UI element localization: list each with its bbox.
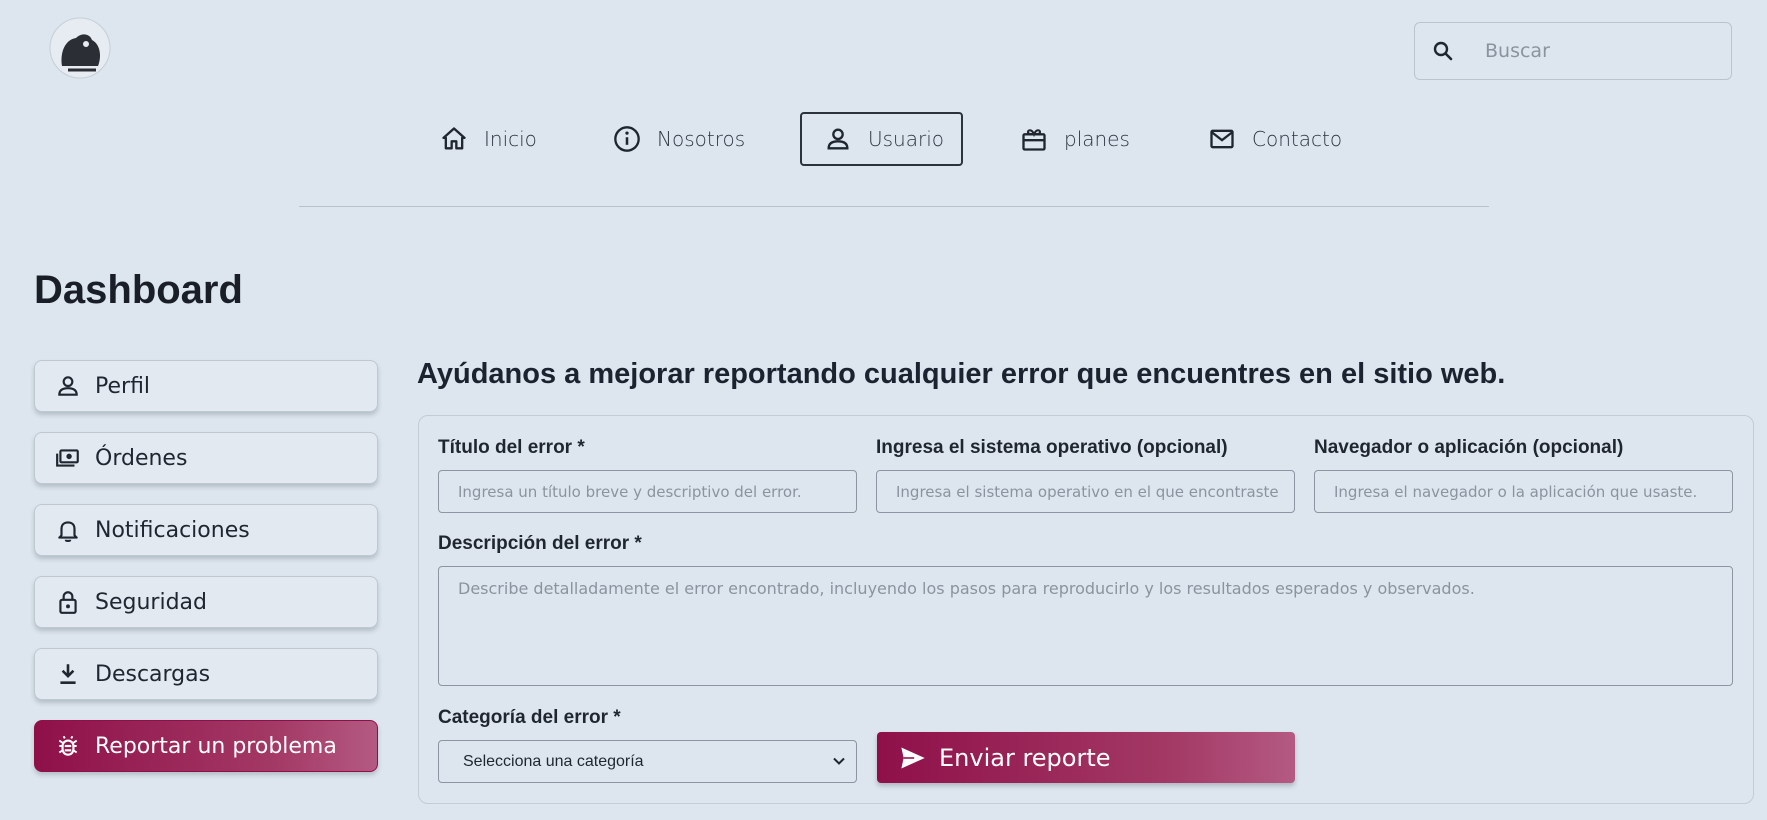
browser-label: Navegador o aplicación (opcional) xyxy=(1314,437,1624,458)
sidebar-item-label: Perfil xyxy=(95,373,151,399)
category-select-value: Selecciona una categoría xyxy=(463,752,644,770)
category-select[interactable]: Selecciona una categoría xyxy=(438,740,857,783)
sidebar-item-label: Órdenes xyxy=(95,445,188,471)
bell-icon xyxy=(58,521,78,543)
page-title: Dashboard xyxy=(34,268,243,312)
description-label: Descripción del error * xyxy=(438,533,642,554)
orders-icon xyxy=(56,449,79,467)
nav-item-contacto[interactable]: Contacto xyxy=(1208,112,1342,166)
browser-input[interactable]: Ingresa el navegador o la aplicación que… xyxy=(1314,470,1733,513)
nav-item-nosotros[interactable]: Nosotros xyxy=(613,112,745,166)
nav-item-label: Inicio xyxy=(484,127,537,151)
nav-item-label: planes xyxy=(1064,127,1130,151)
sidebar-item-seguridad[interactable]: Seguridad xyxy=(34,576,378,628)
submit-report-button[interactable]: Enviar reporte xyxy=(877,732,1295,783)
sidebar-item-descargas[interactable]: Descargas xyxy=(34,648,378,700)
info-icon xyxy=(614,126,640,152)
sidebar-item-notificaciones[interactable]: Notificaciones xyxy=(34,504,378,556)
search-box[interactable] xyxy=(1414,22,1732,80)
gift-icon xyxy=(1022,129,1046,151)
sidebar-item-label: Notificaciones xyxy=(95,517,250,543)
submit-report-label: Enviar reporte xyxy=(939,743,1111,772)
sidebar-item-ordenes[interactable]: Órdenes xyxy=(34,432,378,484)
lock-icon xyxy=(59,591,77,614)
search-input[interactable] xyxy=(1483,39,1687,63)
report-heading: Ayúdanos a mejorar reportando cualquier … xyxy=(417,358,1506,390)
nav-item-planes[interactable]: planes xyxy=(1020,112,1130,166)
description-textarea[interactable]: Describe detalladamente el error encontr… xyxy=(438,566,1733,686)
nav-item-label: Nosotros xyxy=(657,127,746,151)
sidebar-item-label: Reportar un problema xyxy=(95,733,337,759)
user-icon xyxy=(827,128,849,150)
nav-item-inicio[interactable]: Inicio xyxy=(440,112,537,166)
title-input[interactable]: Ingresa un título breve y descriptivo de… xyxy=(438,470,857,513)
user-icon xyxy=(58,376,78,396)
os-label: Ingresa el sistema operativo (opcional) xyxy=(876,437,1228,458)
home-icon xyxy=(442,127,466,150)
sidebar-item-perfil[interactable]: Perfil xyxy=(34,360,378,412)
nav-item-label: Contacto xyxy=(1252,127,1343,151)
download-icon xyxy=(60,664,76,684)
sidebar-item-label: Descargas xyxy=(95,661,211,687)
site-logo[interactable] xyxy=(38,10,122,82)
main-nav: Inicio Nosotros Usuario planes Contacto xyxy=(0,112,1767,170)
os-input[interactable]: Ingresa el sistema operativo en el que e… xyxy=(876,470,1295,513)
title-label: Título del error * xyxy=(438,437,585,458)
category-label: Categoría del error * xyxy=(438,707,621,728)
mail-icon xyxy=(1210,129,1234,149)
nav-divider xyxy=(299,206,1489,207)
sidebar-item-reportar-problema[interactable]: Reportar un problema xyxy=(34,720,378,772)
nav-item-usuario[interactable]: Usuario xyxy=(800,112,963,166)
sidebar-item-label: Seguridad xyxy=(95,589,207,615)
search-icon xyxy=(1433,41,1453,61)
chevron-down-icon xyxy=(833,757,845,765)
nav-item-label: Usuario xyxy=(868,127,945,151)
bug-icon xyxy=(58,735,78,756)
send-icon xyxy=(901,747,925,768)
